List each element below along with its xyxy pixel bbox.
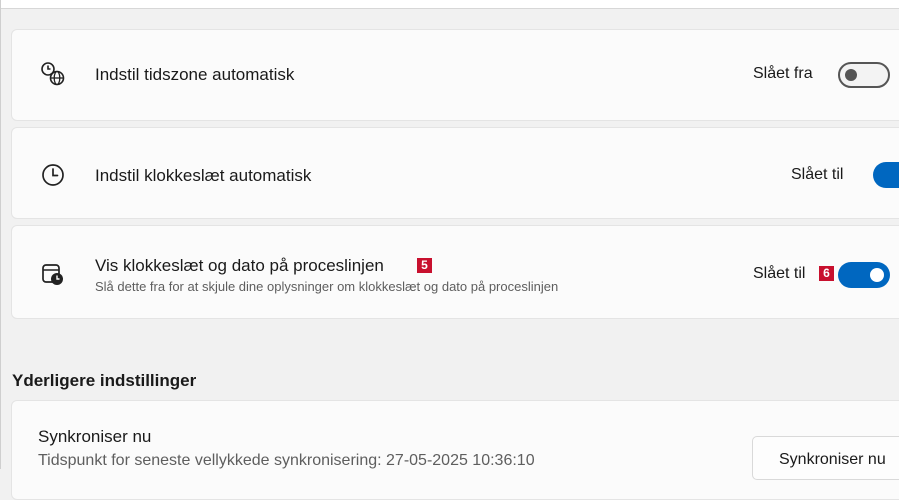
time-auto-toggle[interactable] — [873, 162, 899, 188]
time-auto-status: Slået til — [791, 166, 844, 183]
annotation-badge: 5 — [417, 258, 432, 273]
window-top-edge — [0, 0, 899, 9]
setting-card-timezone: Indstil tidszone automatisk Slået fra — [11, 29, 899, 121]
calendar-clock-icon — [39, 260, 67, 288]
setting-card-taskbar-clock: Vis klokkeslæt og dato på proceslinjen 5… — [11, 225, 899, 319]
setting-card-time: Indstil klokkeslæt automatisk Slået til — [11, 127, 899, 219]
toggle-knob — [870, 268, 884, 282]
taskbar-clock-status: Slået til — [753, 265, 806, 282]
sync-title: Synkroniser nu — [38, 427, 152, 446]
taskbar-clock-label: Vis klokkeslæt og dato på proceslinjen — [95, 256, 384, 275]
section-heading: Yderligere indstillinger — [12, 371, 197, 390]
toggle-knob — [845, 69, 857, 81]
time-auto-label: Indstil klokkeslæt automatisk — [95, 166, 312, 185]
window-left-edge — [0, 0, 1, 469]
timezone-auto-status: Slået fra — [753, 65, 813, 82]
taskbar-clock-toggle[interactable] — [838, 262, 890, 288]
sync-now-button[interactable]: Synkroniser nu — [752, 436, 899, 480]
taskbar-clock-description: Slå dette fra for at skjule dine oplysni… — [95, 279, 559, 294]
timezone-auto-label: Indstil tidszone automatisk — [95, 65, 295, 84]
sync-subtitle: Tidspunkt for seneste vellykkede synkron… — [38, 452, 535, 469]
timezone-auto-toggle[interactable] — [838, 62, 890, 88]
annotation-badge: 6 — [819, 266, 834, 281]
globe-clock-icon — [39, 60, 67, 88]
clock-icon — [39, 161, 67, 189]
